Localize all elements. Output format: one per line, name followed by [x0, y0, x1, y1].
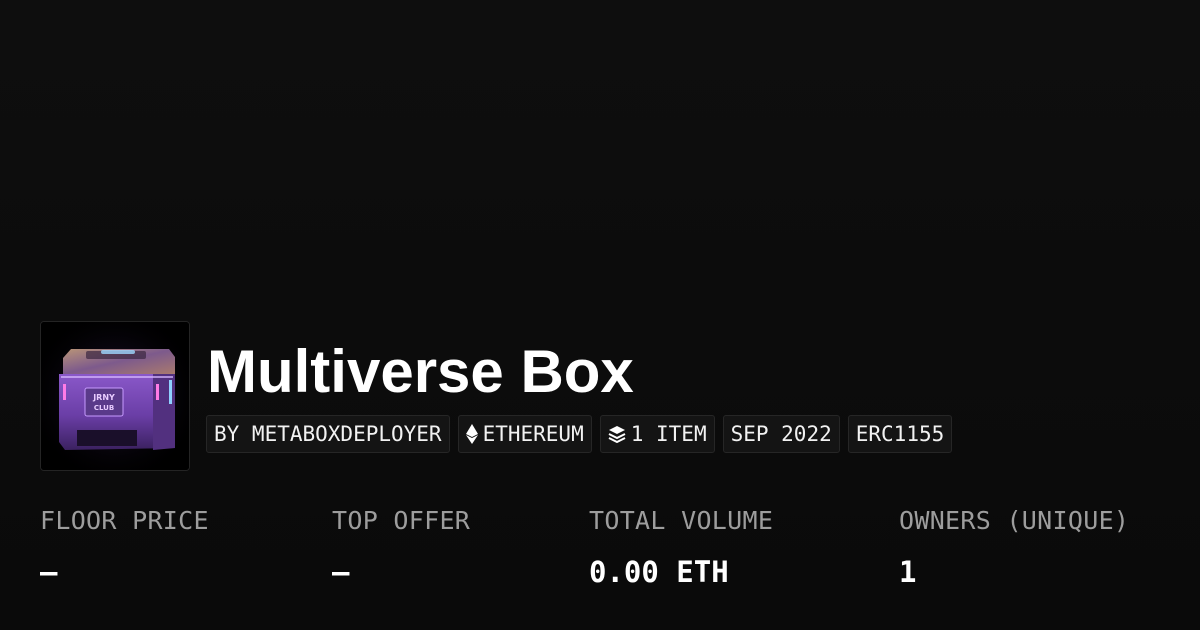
stat-floor-price: FLOOR PRICE — — [40, 505, 209, 590]
items-label: 1 ITEM — [630, 422, 707, 446]
layers-icon — [608, 425, 626, 443]
stat-owners: OWNERS (UNIQUE) 1 — [899, 505, 1129, 590]
items-chip[interactable]: 1 ITEM — [599, 415, 715, 453]
token-standard-chip: ERC1155 — [847, 415, 953, 453]
date-chip: SEP 2022 — [722, 415, 840, 453]
creator-chip[interactable]: BY METABOXDEPLOYER — [206, 415, 450, 453]
stat-total-volume: TOTAL VOLUME 0.00 ETH — [589, 505, 773, 590]
ethereum-icon — [465, 424, 478, 444]
collection-thumbnail[interactable]: JRNY CLUB — [40, 321, 190, 471]
svg-text:CLUB: CLUB — [94, 404, 114, 412]
token-standard-label: ERC1155 — [855, 422, 945, 446]
stat-value: — — [332, 555, 350, 589]
stat-label: FLOOR PRICE — [40, 506, 209, 535]
collection-share-card: JRNY CLUB Multiverse Box BY METABOXDEPLO… — [0, 0, 1200, 630]
date-label: SEP 2022 — [730, 422, 832, 446]
stat-value: 0.00 ETH — [589, 555, 729, 589]
creator-label: BY METABOXDEPLOYER — [214, 422, 442, 446]
chain-chip[interactable]: ETHEREUM — [457, 415, 592, 453]
stat-label: OWNERS (UNIQUE) — [899, 506, 1130, 535]
stat-label: TOTAL VOLUME — [589, 506, 774, 535]
mystery-box-image: JRNY CLUB — [41, 322, 189, 470]
stat-label: TOP OFFER — [332, 506, 471, 535]
stat-value: — — [40, 555, 58, 589]
stat-value: 1 — [899, 555, 917, 589]
collection-meta-chips: BY METABOXDEPLOYER ETHEREUM 1 ITEM SEP 2… — [206, 415, 953, 453]
chain-label: ETHEREUM — [482, 422, 584, 446]
thumbnail-label: JRNY — [92, 393, 115, 402]
stat-top-offer: TOP OFFER — — [332, 505, 470, 590]
collection-title: Multiverse Box — [207, 338, 634, 405]
